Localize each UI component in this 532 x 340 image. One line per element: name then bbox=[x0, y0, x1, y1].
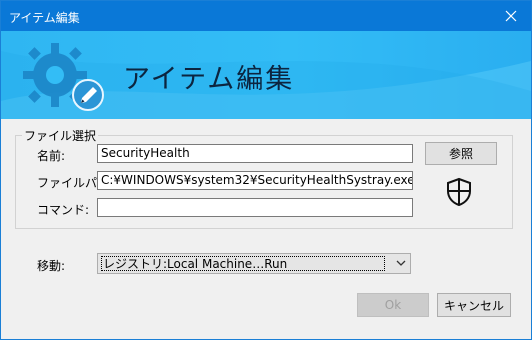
title-bar[interactable]: アイテム編集 bbox=[1, 1, 531, 31]
move-select-value: レジストリ:Local Machine…Run bbox=[101, 256, 385, 271]
ok-button[interactable]: Ok bbox=[357, 293, 429, 317]
command-label: コマンド: bbox=[37, 203, 90, 217]
gear-pencil-icon bbox=[23, 43, 104, 111]
name-field[interactable]: SecurityHealth bbox=[97, 144, 413, 163]
browse-button[interactable]: 参照 bbox=[425, 142, 497, 165]
move-select[interactable]: レジストリ:Local Machine…Run bbox=[97, 253, 411, 274]
close-icon bbox=[505, 10, 517, 22]
name-label: 名前: bbox=[37, 149, 66, 163]
ok-button-label: Ok bbox=[384, 298, 402, 312]
header-banner: アイテム編集 bbox=[1, 31, 531, 119]
command-field[interactable] bbox=[97, 198, 413, 217]
browse-button-label: 参照 bbox=[448, 147, 473, 161]
move-label: 移動: bbox=[37, 259, 66, 273]
file-selection-legend: ファイル選択 bbox=[24, 129, 97, 143]
close-button[interactable] bbox=[491, 1, 531, 31]
window-title: アイテム編集 bbox=[9, 11, 80, 25]
cancel-button-label: キャンセル bbox=[443, 298, 504, 313]
file-path-field[interactable]: C:¥WINDOWS¥system32¥SecurityHealthSystra… bbox=[97, 171, 413, 190]
shield-icon bbox=[447, 177, 471, 207]
edit-item-dialog: アイテム編集 アイテム編集 ファイル選択 名前: SecurityHealth … bbox=[0, 0, 532, 340]
cancel-button[interactable]: キャンセル bbox=[437, 293, 511, 317]
chevron-down-icon bbox=[396, 260, 406, 266]
banner-heading: アイテム編集 bbox=[123, 64, 295, 95]
